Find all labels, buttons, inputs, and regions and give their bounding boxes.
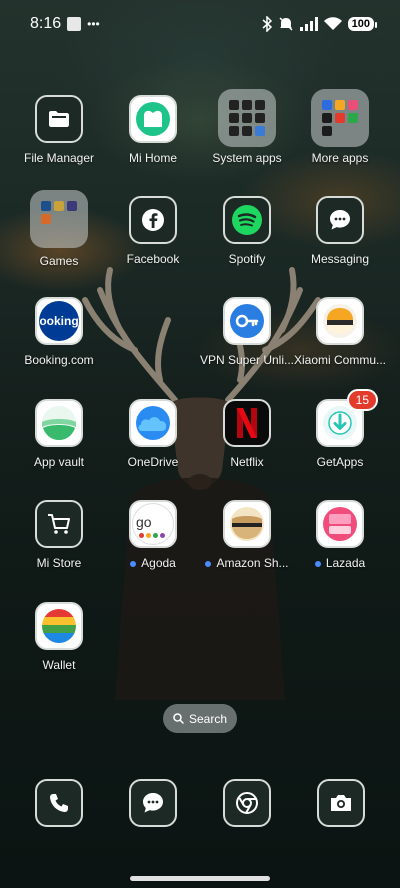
app-label: Messaging (310, 252, 370, 266)
netflix-icon (223, 399, 271, 447)
app-label: Mi Store (36, 556, 82, 570)
app-label: App vault (33, 455, 85, 469)
app-booking[interactable]: ooking Booking.com (9, 297, 109, 367)
mute-icon (279, 17, 293, 31)
app-spotify[interactable]: Spotify (197, 196, 297, 266)
folder-system-apps[interactable]: System apps (197, 89, 297, 165)
folder-more-apps[interactable]: More apps (290, 89, 390, 165)
app-getapps[interactable]: 15 GetApps (290, 389, 390, 469)
folder-icon (30, 190, 88, 248)
signal-icon (299, 17, 318, 31)
app-label: Lazada (290, 556, 390, 570)
wifi-icon (323, 17, 342, 30)
app-label: Amazon Sh... (197, 556, 297, 570)
search-label: Search (188, 711, 228, 726)
spotify-icon (223, 196, 271, 244)
app-label: GetApps (316, 455, 364, 469)
app-messaging[interactable]: Messaging (290, 196, 390, 266)
app-wallet[interactable]: Wallet (9, 602, 109, 672)
dock (0, 779, 400, 827)
getapps-icon: 15 (316, 389, 378, 447)
status-bar: 8:16 ••• 100 (0, 0, 400, 48)
app-label: Wallet (42, 658, 76, 672)
search-button[interactable]: Search (163, 704, 237, 733)
app-label: Mi Home (128, 151, 177, 165)
chrome-icon[interactable] (223, 779, 271, 827)
app-label: Facebook (126, 252, 180, 266)
app-label: Games (39, 254, 79, 268)
search-icon (173, 713, 184, 724)
onedrive-icon (129, 399, 177, 447)
mi-home-icon (129, 95, 177, 143)
more-notifications-icon: ••• (87, 17, 100, 31)
app-label: Spotify (228, 252, 266, 266)
app-label: More apps (311, 151, 369, 165)
folder-icon (218, 89, 276, 147)
app-onedrive[interactable]: OneDrive (103, 399, 203, 469)
app-mi-home[interactable]: Mi Home (103, 95, 203, 165)
app-label: VPN Super Unli... (199, 353, 295, 367)
gesture-bar[interactable] (130, 876, 270, 881)
app-label: System apps (212, 151, 282, 165)
bluetooth-icon (262, 16, 272, 32)
app-amazon-shopping[interactable]: Amazon Sh... (197, 500, 297, 570)
app-vault-icon (35, 399, 83, 447)
amazon-icon (223, 500, 271, 548)
agoda-icon: go (129, 500, 177, 548)
chat-bubble-icon (316, 196, 364, 244)
app-vpn-super[interactable]: VPN Super Unli... (197, 297, 297, 367)
folder-icon (35, 95, 83, 143)
facebook-icon (129, 196, 177, 244)
new-install-dot (314, 560, 321, 567)
chat-bubble-icon[interactable] (129, 779, 177, 827)
app-lazada[interactable]: Lazada (290, 500, 390, 570)
app-vault[interactable]: App vault (9, 399, 109, 469)
new-install-dot (205, 560, 212, 567)
app-xiaomi-community[interactable]: Xiaomi Commu... (290, 297, 390, 367)
app-label: File Manager (23, 151, 95, 165)
app-label: Xiaomi Commu... (293, 353, 387, 367)
cart-icon (35, 500, 83, 548)
app-label: Booking.com (24, 353, 94, 367)
folder-icon (311, 89, 369, 147)
app-label: Netflix (230, 455, 264, 469)
folder-games[interactable]: Games (9, 190, 109, 268)
app-file-manager[interactable]: File Manager (9, 95, 109, 165)
camera-icon[interactable] (317, 779, 365, 827)
lazada-icon (316, 500, 364, 548)
phone-icon[interactable] (35, 779, 83, 827)
app-facebook[interactable]: Facebook (103, 196, 203, 266)
app-label: Agoda (103, 556, 203, 570)
booking-icon: ooking (35, 297, 83, 345)
wallet-icon (35, 602, 83, 650)
new-install-dot (130, 560, 137, 567)
app-label: OneDrive (127, 455, 179, 469)
battery-icon: 100 (347, 17, 378, 31)
xiaomi-community-icon (316, 297, 364, 345)
clock: 8:16 (30, 15, 62, 32)
booking-logo-text: ooking (39, 314, 79, 328)
app-netflix[interactable]: Netflix (197, 399, 297, 469)
app-agoda[interactable]: go Agoda (103, 500, 203, 570)
key-icon (223, 297, 271, 345)
notification-badge: 15 (346, 389, 378, 411)
app-mi-store[interactable]: Mi Store (9, 500, 109, 570)
notification-icon (67, 17, 82, 31)
